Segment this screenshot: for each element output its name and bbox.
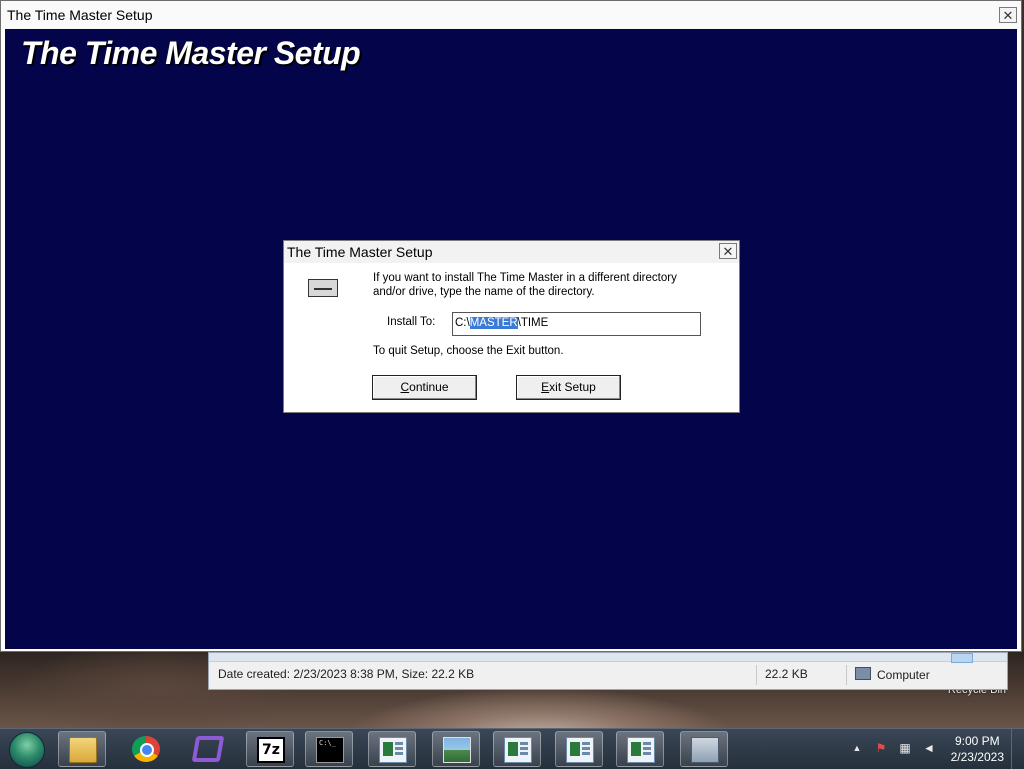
taskbar: 7z C:\_ ▲ ⚑ ▦ ◄ 9:00 PM 2/23/2023 — [0, 728, 1024, 769]
install-path-input[interactable]: C:\MASTER\TIME — [452, 312, 701, 336]
main-close-button[interactable]: ✕ — [999, 7, 1017, 23]
taskbar-window-6[interactable] — [680, 731, 728, 767]
exit-setup-button[interactable]: Exit Setup — [516, 375, 621, 400]
setup-banner-title: The Time Master Setup — [21, 35, 361, 71]
exit-hotkey: E — [541, 380, 550, 394]
start-button[interactable] — [9, 732, 45, 768]
location-text: Computer — [877, 668, 930, 682]
show-hidden-icons-arrow-icon[interactable]: ▲ — [850, 741, 864, 755]
path-selected-text: MASTER — [469, 317, 518, 329]
taskbar-visual-studio[interactable] — [184, 731, 232, 767]
taskbar-command-prompt[interactable]: C:\_ — [305, 731, 353, 767]
action-center-flag-icon[interactable]: ⚑ — [874, 741, 888, 755]
computer-icon — [855, 667, 871, 680]
resource-monitor-icon — [691, 737, 719, 763]
file-size-text: 22.2 KB — [765, 667, 808, 681]
taskbar-window-2[interactable] — [432, 731, 480, 767]
taskbar-window-3[interactable] — [493, 731, 541, 767]
path-prefix: C:\ — [455, 317, 470, 329]
system-tray: ▲ ⚑ ▦ ◄ — [840, 729, 960, 769]
app-window-icon — [566, 737, 594, 763]
command-prompt-icon: C:\_ — [316, 737, 344, 763]
file-details-text: Date created: 2/23/2023 8:38 PM, Size: 2… — [218, 667, 475, 681]
instruction-line-1: If you want to install The Time Master i… — [373, 272, 677, 284]
clock-time: 9:00 PM — [954, 734, 1000, 748]
install-directory-dialog: The Time Master Setup ✕ If you want to i… — [283, 240, 740, 413]
folder-icon — [69, 737, 97, 763]
main-window-title: The Time Master Setup — [7, 7, 153, 23]
dialog-close-button[interactable]: ✕ — [719, 243, 737, 259]
continue-hotkey: C — [400, 380, 410, 394]
taskbar-window-1[interactable] — [368, 731, 416, 767]
volume-icon[interactable]: ◄ — [922, 741, 936, 755]
status-separator — [756, 665, 757, 685]
explorer-window: Date created: 2/23/2023 8:38 PM, Size: 2… — [208, 652, 1008, 690]
system-clock[interactable]: 9:00 PM 2/23/2023 — [951, 733, 1004, 765]
app-window-icon — [504, 737, 532, 763]
exit-label: xit Setup — [549, 380, 596, 394]
quit-instruction: To quit Setup, choose the Exit button. — [373, 345, 564, 357]
taskbar-explorer[interactable] — [58, 731, 106, 767]
visual-studio-icon — [191, 736, 225, 762]
continue-label: ontinue — [409, 380, 449, 394]
network-icon[interactable]: ▦ — [898, 741, 912, 755]
app-window-icon — [627, 737, 655, 763]
dialog-title: The Time Master Setup — [287, 244, 433, 260]
explorer-status-bar: Date created: 2/23/2023 8:38 PM, Size: 2… — [209, 661, 1007, 689]
show-desktop-button[interactable] — [1011, 729, 1024, 769]
dialog-body: If you want to install The Time Master i… — [284, 263, 739, 412]
7zip-icon: 7z — [257, 737, 285, 763]
photo-viewer-icon — [443, 737, 471, 763]
dialog-titlebar[interactable]: The Time Master Setup ✕ — [284, 241, 739, 263]
main-titlebar[interactable]: The Time Master Setup ✕ — [1, 1, 1021, 29]
taskbar-window-4[interactable] — [555, 731, 603, 767]
taskbar-window-5[interactable] — [616, 731, 664, 767]
taskbar-chrome[interactable] — [122, 731, 170, 767]
floppy-drive-icon — [308, 279, 338, 297]
status-separator — [846, 665, 847, 685]
chrome-icon — [132, 736, 160, 762]
app-window-icon — [379, 737, 407, 763]
taskbar-7zip[interactable]: 7z — [246, 731, 294, 767]
clock-date: 2/23/2023 — [950, 750, 1004, 764]
continue-button[interactable]: Continue — [372, 375, 477, 400]
install-to-label: Install To: — [387, 316, 436, 328]
path-suffix: \TIME — [517, 317, 549, 329]
location-cell: Computer — [855, 667, 930, 682]
instruction-line-2: and/or drive, type the name of the direc… — [373, 286, 595, 298]
